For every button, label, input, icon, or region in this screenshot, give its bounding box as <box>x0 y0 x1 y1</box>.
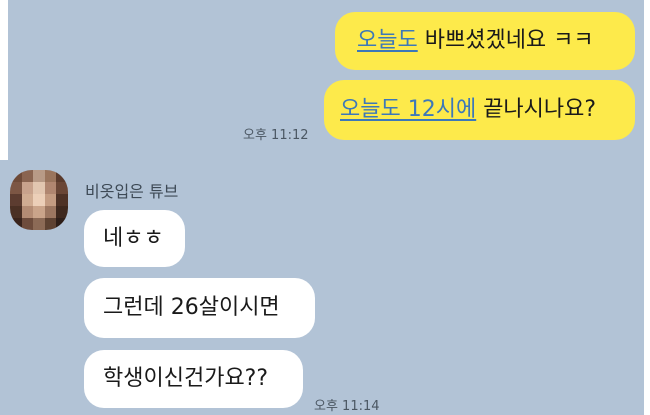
avatar-pixel <box>21 194 34 206</box>
avatar-pixel <box>21 182 34 194</box>
avatar-pixel <box>21 218 34 230</box>
avatar-pixel <box>33 206 45 218</box>
avatar-pixel <box>56 194 68 206</box>
avatar-pixel <box>44 206 57 218</box>
received-message-bubble[interactable]: 네ㅎㅎ <box>84 210 185 267</box>
avatar-pixel <box>33 218 45 230</box>
screen-edge <box>644 0 650 415</box>
avatar-pixel <box>44 170 57 182</box>
avatar-pixel <box>56 182 68 194</box>
message-link[interactable]: 오늘도 <box>357 30 418 52</box>
avatar-pixel <box>44 182 57 194</box>
sent-message-bubble[interactable]: 오늘도 바쁘셨겠네요 ㅋㅋ <box>335 12 635 70</box>
message-text: 끝나시나요? <box>476 97 597 122</box>
avatar-pixel <box>44 194 57 206</box>
avatar-pixel <box>10 194 22 206</box>
avatar-pixel <box>33 182 45 194</box>
sent-message-bubble[interactable]: 오늘도 12시에 끝나시나요? <box>324 80 635 140</box>
received-message-bubble[interactable]: 그런데 26살이시면 <box>84 278 315 338</box>
avatar-pixel <box>44 218 57 230</box>
avatar-pixel <box>10 182 22 194</box>
message-text: 학생이신건가요?? <box>103 366 269 391</box>
message-timestamp: 오후 11:12 <box>243 128 309 143</box>
message-text: 네ㅎㅎ <box>103 225 164 251</box>
screen-edge <box>0 0 8 160</box>
message-link[interactable]: 오늘도 12시에 <box>340 99 476 121</box>
avatar-pixel <box>10 206 22 218</box>
received-message-bubble[interactable]: 학생이신건가요?? <box>84 350 303 408</box>
avatar-pixel <box>56 206 68 218</box>
message-text: 바쁘셨겠네요 ㅋㅋ <box>417 28 594 53</box>
avatar-pixel <box>33 170 45 182</box>
message-text: 그런데 26살이시면 <box>103 295 280 320</box>
message-timestamp: 오후 11:14 <box>314 399 380 414</box>
sender-name: 비옷입은 튜브 <box>85 182 179 201</box>
avatar[interactable] <box>10 170 68 230</box>
avatar-pixel <box>33 194 45 206</box>
avatar-pixel <box>21 206 34 218</box>
avatar-pixel <box>21 170 34 182</box>
